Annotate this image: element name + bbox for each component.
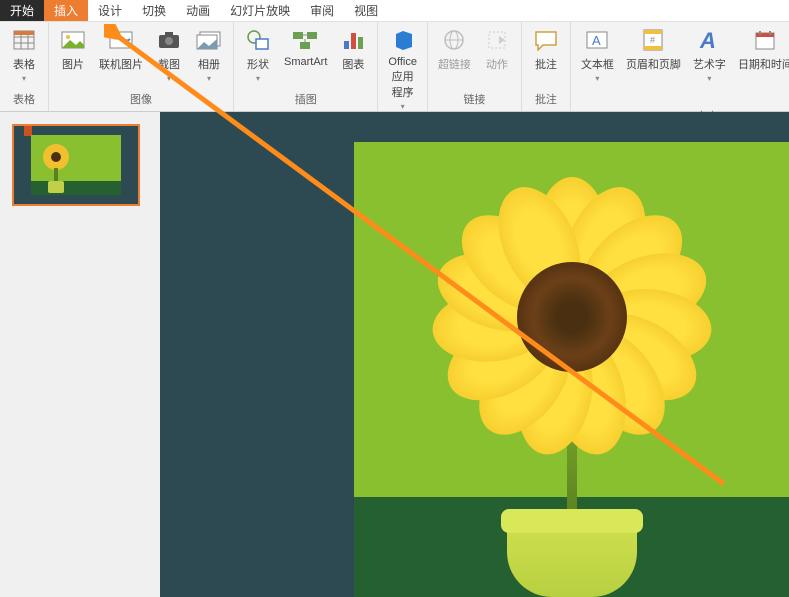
action-icon [483,26,511,54]
online-picture-icon [107,26,135,54]
calendar-icon [751,26,779,54]
table-button[interactable]: 表格 ▾ [6,24,42,85]
pot [507,517,637,597]
wordart-icon: A [695,26,723,54]
picture-icon [59,26,87,54]
online-picture-button[interactable]: 联机图片 [95,24,147,74]
group-label: 批注 [535,89,557,109]
tab-start[interactable]: 开始 [0,0,44,21]
screenshot-button[interactable]: 截图 ▾ [151,24,187,85]
svg-text:#: # [650,35,655,45]
textbox-button[interactable]: A 文本框 ▾ [577,24,618,85]
chart-icon [339,26,367,54]
group-label: 插图 [295,89,317,109]
shapes-icon [244,26,272,54]
slide-canvas[interactable] [160,112,789,597]
svg-text:A: A [699,28,716,52]
tab-review[interactable]: 审阅 [300,0,344,21]
comment-icon [532,26,560,54]
group-app: Office 应用程序 ▾ 应用程序 [378,22,428,111]
sunflower [442,187,702,417]
inserted-image[interactable] [354,142,789,597]
group-image: 图片 联机图片 截图 ▾ 相册 ▾ 图像 [49,22,234,111]
action-button[interactable]: 动作 [479,24,515,74]
group-illustration: 形状 ▾ SmartArt 图表 插图 [234,22,378,111]
group-table: 表格 ▾ 表格 [0,22,49,111]
office-app-button[interactable]: Office 应用程序 ▾ [384,24,421,113]
camera-icon [155,26,183,54]
tab-transition[interactable]: 切换 [132,0,176,21]
group-label: 表格 [13,89,35,109]
tab-animation[interactable]: 动画 [176,0,220,21]
svg-text:A: A [592,33,601,48]
textbox-icon: A [583,26,611,54]
album-icon [195,26,223,54]
wordart-button[interactable]: A 艺术字 ▾ [689,24,730,85]
datetime-button[interactable]: 日期和时间 [734,24,789,74]
ribbon-panel: 表格 ▾ 表格 图片 联机图片 截图 ▾ 相册 ▾ [0,22,789,112]
hyperlink-button[interactable]: 超链接 [434,24,475,74]
smartart-button[interactable]: SmartArt [280,24,331,70]
slide-thumbnail-1[interactable] [12,124,140,206]
ribbon-tabs: 开始 插入 设计 切换 动画 幻灯片放映 审阅 视图 [0,0,789,22]
tab-view[interactable]: 视图 [344,0,388,21]
comment-button[interactable]: 批注 [528,24,564,74]
picture-button[interactable]: 图片 [55,24,91,74]
workspace [0,112,789,597]
chart-button[interactable]: 图表 [335,24,371,74]
smartart-icon [292,26,320,54]
tab-slideshow[interactable]: 幻灯片放映 [220,0,300,21]
table-icon [10,26,38,54]
tab-insert[interactable]: 插入 [44,0,88,21]
office-icon [389,26,417,54]
album-button[interactable]: 相册 ▾ [191,24,227,85]
group-label: 图像 [130,89,152,109]
group-comment: 批注 批注 [522,22,571,111]
tab-design[interactable]: 设计 [88,0,132,21]
group-label: 链接 [463,89,485,109]
globe-icon [440,26,468,54]
group-text: A 文本框 ▾ # 页眉和页脚 A 艺术字 ▾ 日期和时间 # 幻灯片 编号 [571,22,789,111]
shapes-button[interactable]: 形状 ▾ [240,24,276,85]
header-icon: # [639,26,667,54]
header-footer-button[interactable]: # 页眉和页脚 [622,24,685,74]
caret-icon: ▾ [22,74,26,83]
thumbnail-panel [0,112,160,597]
group-link: 超链接 动作 链接 [428,22,522,111]
thumb-preview [31,135,121,195]
